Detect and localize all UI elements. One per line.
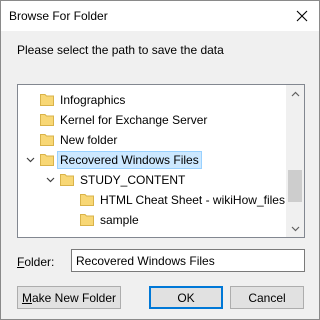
folder-icon: [40, 93, 54, 106]
chevron-down-icon: [291, 226, 299, 231]
tree-item-label: Recovered Windows Files: [57, 151, 202, 169]
chevron-up-icon: [291, 91, 299, 96]
new-folder-label: ake New Folder: [31, 290, 117, 305]
chevron-down-icon[interactable]: [44, 170, 56, 190]
tree-item-label: sample: [100, 213, 139, 227]
folder-label-text: older:: [24, 255, 55, 269]
vertical-scrollbar[interactable]: [286, 85, 304, 237]
browse-for-folder-dialog: Browse For Folder Please select the path…: [0, 0, 320, 320]
tree-item[interactable]: Kernel for Exchange Server: [18, 110, 286, 130]
window-title: Browse For Folder: [9, 9, 108, 23]
tree-expander-placeholder: [24, 90, 36, 110]
folder-input[interactable]: [71, 249, 305, 272]
folder-icon: [80, 193, 94, 206]
folder-tree[interactable]: Infographics Kernel for Exchange Server Ne…: [17, 84, 305, 238]
folder-icon: [80, 213, 94, 226]
ok-button[interactable]: OK: [149, 286, 223, 309]
tree-item-label: Infographics: [60, 93, 126, 107]
folder-icon: [40, 153, 54, 166]
folder-tree-viewport: Infographics Kernel for Exchange Server Ne…: [18, 85, 286, 237]
folder-icon: [60, 173, 74, 186]
tree-item[interactable]: sample: [18, 210, 286, 230]
close-button[interactable]: [285, 1, 319, 31]
instruction-text: Please select the path to save the data: [17, 43, 224, 57]
folder-icon: [40, 113, 54, 126]
tree-item-label: New folder: [60, 133, 118, 147]
folder-field-label: Folder:: [17, 255, 54, 269]
tree-item-label: STUDY_CONTENT: [80, 173, 186, 187]
tree-item-label: HTML Cheat Sheet - wikiHow_files: [100, 193, 285, 207]
scroll-down-button[interactable]: [286, 220, 304, 237]
tree-expander-placeholder: [64, 210, 76, 230]
tree-item[interactable]: STUDY_CONTENT: [18, 170, 286, 190]
tree-expander-placeholder: [24, 130, 36, 150]
tree-item-label: Kernel for Exchange Server: [60, 113, 208, 127]
tree-expander-placeholder: [64, 190, 76, 210]
chevron-down-icon[interactable]: [24, 150, 36, 170]
folder-icon: [40, 133, 54, 146]
new-folder-accelerator: M: [21, 290, 32, 305]
tree-item[interactable]: Infographics: [18, 90, 286, 110]
tree-expander-placeholder: [24, 110, 36, 130]
cancel-button[interactable]: Cancel: [230, 286, 304, 309]
title-bar[interactable]: Browse For Folder: [1, 1, 319, 31]
tree-item[interactable]: HTML Cheat Sheet - wikiHow_files: [18, 190, 286, 210]
scroll-thumb[interactable]: [288, 170, 302, 202]
tree-item[interactable]: Recovered Windows Files: [18, 150, 286, 170]
scroll-up-button[interactable]: [286, 85, 304, 102]
make-new-folder-button[interactable]: Make New Folder: [17, 286, 121, 309]
close-icon: [296, 10, 308, 22]
tree-item[interactable]: New folder: [18, 130, 286, 150]
